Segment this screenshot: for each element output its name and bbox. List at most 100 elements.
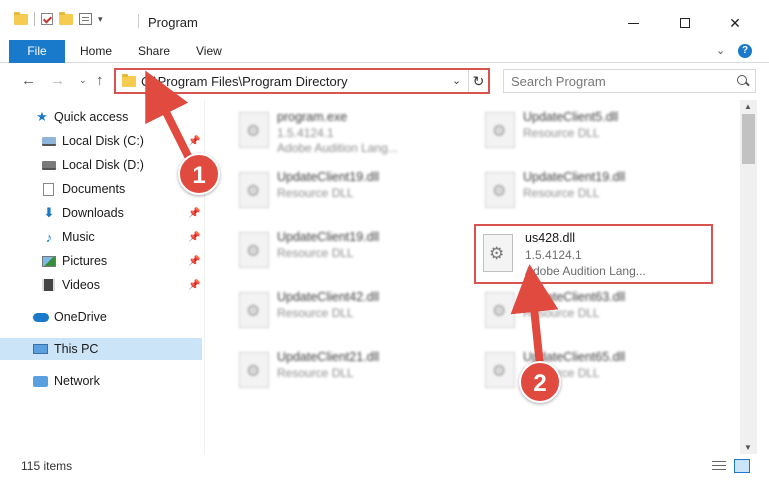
quick-access-toolbar: ▾ — [14, 11, 103, 26]
sidebar-item-videos[interactable]: Videos 📌 — [0, 274, 202, 296]
file-version: 1.5.4124.1 — [277, 126, 334, 140]
file-type: Resource DLL — [277, 366, 354, 380]
address-path[interactable]: C:\Program Files\Program Directory — [141, 74, 348, 89]
help-icon[interactable]: ? — [738, 44, 752, 58]
list-item[interactable]: UpdateClient19.dll Resource DLL — [481, 164, 711, 218]
scroll-up-icon[interactable]: ▲ — [744, 102, 752, 111]
list-item[interactable]: UpdateClient21.dll Resource DLL — [235, 344, 465, 398]
pin-icon[interactable]: 📌 — [188, 280, 200, 291]
pin-icon[interactable]: 📌 — [188, 232, 200, 243]
tab-file[interactable]: File — [9, 40, 65, 63]
file-type: Resource DLL — [523, 186, 600, 200]
title-separator — [138, 14, 139, 28]
address-dropdown-icon[interactable]: ⌄ — [452, 74, 461, 87]
documents-icon — [43, 182, 54, 196]
disk-d-icon — [42, 160, 56, 170]
step-1-badge: 1 — [178, 153, 220, 195]
pin-icon[interactable]: 📌 — [188, 208, 200, 219]
sidebar-item-pictures[interactable]: Pictures 📌 — [0, 250, 202, 272]
recent-locations-button[interactable]: ⌄ — [79, 75, 87, 86]
maximize-button[interactable] — [662, 8, 708, 38]
minimize-button[interactable] — [610, 8, 656, 38]
highlighted-file-us428[interactable]: us428.dll 1.5.4124.1 Adobe Audition Lang… — [474, 224, 713, 284]
maximize-icon — [680, 18, 690, 28]
vertical-scrollbar[interactable]: ▲ ▼ — [740, 100, 757, 454]
search-placeholder[interactable]: Search Program — [511, 74, 606, 89]
back-button[interactable]: ← — [21, 72, 36, 89]
customize-icon[interactable] — [79, 13, 92, 25]
new-folder-icon[interactable] — [59, 11, 73, 25]
file-name: UpdateClient5.dll — [523, 110, 619, 124]
item-count: 115 items — [21, 459, 73, 473]
expand-ribbon-icon[interactable]: ⌄ — [716, 44, 725, 57]
folder-icon[interactable] — [14, 11, 28, 25]
file-description: Adobe Audition Lang... — [277, 141, 398, 155]
sidebar-item-local-disk-c[interactable]: Local Disk (C:) 📌 — [0, 130, 202, 152]
file-version: 1.5.4124.1 — [525, 248, 582, 262]
dll-file-icon — [485, 112, 515, 148]
sidebar-item-local-disk-d[interactable]: Local Disk (D:) — [0, 154, 202, 176]
dll-file-icon — [239, 292, 269, 328]
dll-file-icon — [483, 234, 513, 272]
music-icon: ♪ — [45, 229, 53, 245]
forward-button[interactable]: → — [50, 72, 65, 89]
list-item[interactable]: UpdateClient19.dll Resource DLL — [235, 164, 465, 218]
title-bar: ▾ Program ✕ — [0, 0, 769, 40]
sidebar-item-this-pc[interactable]: This PC — [0, 338, 202, 360]
sidebar-item-label: Videos — [62, 278, 100, 292]
refresh-button[interactable]: ↻ — [468, 70, 488, 92]
disk-c-icon — [42, 136, 56, 146]
list-item[interactable]: program.exe 1.5.4124.1 Adobe Audition La… — [235, 104, 465, 158]
file-name: UpdateClient63.dll — [523, 290, 626, 304]
address-bar[interactable]: C:\Program Files\Program Directory ⌄ ↻ — [114, 68, 490, 94]
tab-share[interactable]: Share — [138, 40, 170, 63]
this-pc-icon — [33, 344, 48, 354]
pin-icon[interactable]: 📌 — [188, 136, 200, 147]
sidebar-item-downloads[interactable]: ⬇ Downloads 📌 — [0, 202, 202, 224]
up-button[interactable]: ↑ — [96, 72, 104, 89]
sidebar-item-documents[interactable]: Documents 📌 — [0, 178, 202, 200]
scroll-down-icon[interactable]: ▼ — [744, 443, 752, 452]
scroll-thumb[interactable] — [742, 114, 755, 164]
file-description: Adobe Audition Lang... — [525, 264, 646, 278]
sidebar-item-label: Music — [62, 230, 95, 244]
toolbar-separator — [34, 12, 35, 26]
tab-home[interactable]: Home — [80, 40, 112, 63]
close-button[interactable]: ✕ — [712, 8, 758, 38]
navigation-bar: ← → ⌄ ↑ C:\Program Files\Program Directo… — [0, 64, 769, 100]
tiles-view-icon[interactable] — [734, 459, 750, 473]
pictures-icon — [42, 255, 56, 267]
list-item[interactable]: UpdateClient42.dll Resource DLL — [235, 284, 465, 338]
dll-file-icon — [485, 352, 515, 388]
list-item[interactable]: UpdateClient5.dll Resource DLL — [481, 104, 711, 158]
properties-check-icon[interactable] — [41, 13, 53, 25]
sidebar-item-onedrive[interactable]: OneDrive — [0, 306, 202, 328]
downloads-icon: ⬇ — [43, 205, 55, 220]
videos-icon — [42, 279, 55, 291]
onedrive-icon — [33, 312, 49, 322]
dll-file-icon — [485, 292, 515, 328]
tab-view[interactable]: View — [196, 40, 222, 63]
status-bar: 115 items — [0, 454, 769, 492]
list-item[interactable]: UpdateClient65.dll Resource DLL — [481, 344, 711, 398]
list-item[interactable]: UpdateClient19.dll Resource DLL — [235, 224, 465, 278]
search-box[interactable]: Search Program — [503, 69, 756, 93]
list-item[interactable]: UpdateClient63.dll Resource DLL — [481, 284, 711, 338]
file-name: UpdateClient19.dll — [523, 170, 626, 184]
sidebar-item-label: This PC — [54, 342, 99, 356]
step-2-badge: 2 — [519, 361, 561, 403]
navigation-pane: ★ Quick access Local Disk (C:) 📌 Local D… — [0, 100, 205, 454]
sidebar-item-music[interactable]: ♪ Music 📌 — [0, 226, 202, 248]
sidebar-item-label: Quick access — [54, 110, 129, 124]
sidebar-item-label: Local Disk (C:) — [62, 134, 144, 148]
file-type: Resource DLL — [277, 246, 354, 260]
star-icon: ★ — [36, 109, 48, 124]
customize-toolbar-caret[interactable]: ▾ — [98, 14, 103, 25]
sidebar-item-network[interactable]: Network — [0, 370, 202, 392]
details-view-icon[interactable] — [712, 460, 726, 472]
ribbon-tabs: File Home Share View ⌄ ? — [0, 40, 769, 63]
file-type: Resource DLL — [523, 306, 600, 320]
sidebar-item-quick-access[interactable]: ★ Quick access — [0, 106, 202, 128]
exe-file-icon — [239, 112, 269, 148]
pin-icon[interactable]: 📌 — [188, 256, 200, 267]
